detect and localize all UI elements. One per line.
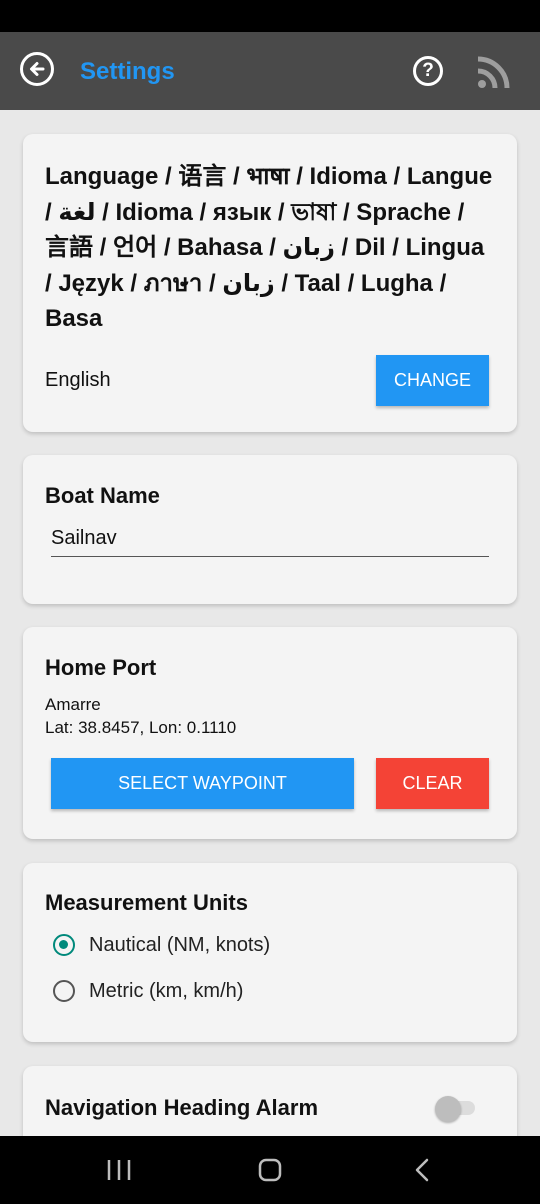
boat-name-input[interactable] xyxy=(51,525,489,557)
back-chevron-icon[interactable] xyxy=(410,1157,434,1183)
heading-alarm-title: Navigation Heading Alarm xyxy=(45,1095,319,1120)
back-button[interactable] xyxy=(20,52,54,86)
current-language: English xyxy=(45,368,111,391)
change-language-button[interactable]: CHANGE xyxy=(376,354,489,406)
home-port-title: Home Port xyxy=(45,655,157,680)
measurement-units-title: Measurement Units xyxy=(45,890,248,915)
rss-cast-icon[interactable] xyxy=(476,54,512,90)
measurement-units-card: Measurement Units Nautical (NM, knots) M… xyxy=(23,863,517,1042)
boat-name-card: Boat Name xyxy=(23,455,517,604)
home-port-name: Amarre xyxy=(45,695,101,714)
home-port-coordinates: Lat: 38.8457, Lon: 0.1110 xyxy=(45,718,237,737)
home-icon[interactable] xyxy=(257,1158,283,1182)
units-option-label: Metric (km, km/h) xyxy=(89,979,244,1002)
clear-home-port-button[interactable]: CLEAR xyxy=(376,758,489,809)
heading-alarm-toggle[interactable] xyxy=(435,1096,479,1122)
units-option-metric[interactable]: Metric (km, km/h) xyxy=(53,968,495,1014)
radio-unselected-icon[interactable] xyxy=(53,980,75,1002)
home-port-card: Home Port Amarre Lat: 38.8457, Lon: 0.11… xyxy=(23,627,517,839)
system-nav-bar xyxy=(0,1136,540,1204)
select-waypoint-button[interactable]: SELECT WAYPOINT xyxy=(51,758,354,809)
app-bar: Settings ? xyxy=(0,32,540,110)
status-bar xyxy=(0,0,540,32)
toggle-thumb xyxy=(435,1096,461,1122)
page-title: Settings xyxy=(80,58,175,85)
arrow-left-icon xyxy=(30,62,45,76)
help-button[interactable]: ? xyxy=(413,56,443,86)
boat-name-title: Boat Name xyxy=(45,483,160,508)
language-title: Language / 语言 / भाषा / Idioma / Langue /… xyxy=(45,163,493,332)
recents-icon[interactable] xyxy=(106,1158,132,1182)
radio-selected-icon[interactable] xyxy=(53,934,75,956)
units-option-label: Nautical (NM, knots) xyxy=(89,933,271,956)
units-option-nautical[interactable]: Nautical (NM, knots) xyxy=(53,922,495,968)
language-card: Language / 语言 / भाषा / Idioma / Langue /… xyxy=(23,134,517,432)
